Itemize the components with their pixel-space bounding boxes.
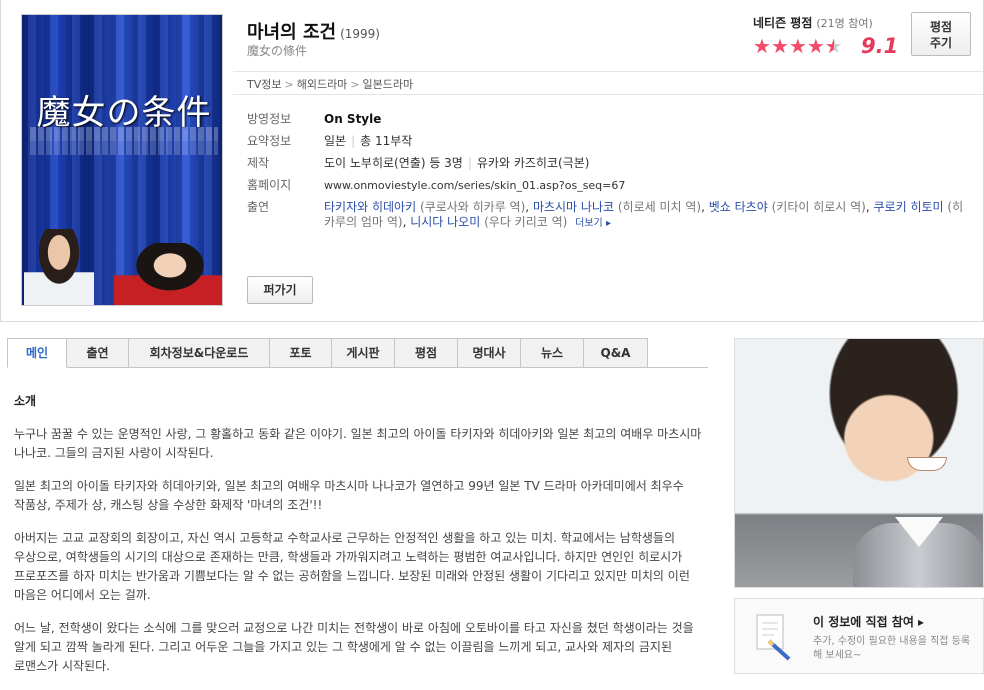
tab-episodes-download[interactable]: 회차정보&다운로드 — [129, 338, 270, 368]
detail-label: 요약정보 — [247, 134, 292, 148]
page-title: 마녀의 조건 (1999) — [247, 18, 380, 44]
star-icon: ★ — [788, 34, 807, 58]
cast-role: (쿠로사와 히카루 역) — [419, 200, 526, 214]
cast-list: 타키자와 히데아키 (쿠로사와 히카루 역), 마츠시마 나나코 (히로세 미치… — [324, 200, 964, 229]
detail-row-summary: 요약정보 일본 | 총 11부작 — [247, 134, 967, 149]
divider — [233, 94, 983, 95]
tab-bar: 메인 출연 회차정보&다운로드 포토 게시판 평점 명대사 뉴스 Q&A — [7, 338, 708, 368]
country: 일본 — [324, 134, 347, 148]
star-icon: ★ — [753, 34, 771, 58]
tab-news[interactable]: 뉴스 — [521, 338, 584, 368]
cast-name[interactable]: 마츠시마 나나코 — [533, 200, 614, 214]
drama-title: 마녀의 조건 — [247, 22, 337, 43]
chevron-right-icon: > — [350, 78, 360, 91]
tab-rating[interactable]: 평점 — [395, 338, 458, 368]
intro-paragraph: 일본 최고의 아이돌 타키자와 히데아키와, 일본 최고의 여배우 마츠시마 나… — [14, 479, 684, 512]
chevron-right-icon: > — [284, 78, 294, 91]
breadcrumb-foreign-drama[interactable]: 해외드라마 — [297, 78, 348, 91]
drama-year: (1999) — [340, 27, 380, 41]
detail-row-broadcast: 방영정보 On Style — [247, 112, 967, 127]
detail-label: 홈페이지 — [247, 178, 292, 192]
breadcrumb: TV정보 > 해외드라마 > 일본드라마 — [247, 76, 413, 92]
detail-row-homepage: 홈페이지 www.onmoviestyle.com/series/skin_01… — [247, 178, 967, 193]
breadcrumb-japan-drama[interactable]: 일본드라마 — [363, 78, 414, 91]
caret-right-icon: ▸ — [602, 218, 611, 229]
cast-name[interactable]: 벳쇼 타츠야 — [709, 200, 768, 214]
poster-actress-figure — [114, 243, 222, 305]
participate-box[interactable]: 이 정보에 직접 참여 ▸ 추가, 수정이 필요한 내용을 직접 등록해 보세요… — [734, 598, 984, 674]
breadcrumb-tv[interactable]: TV정보 — [247, 78, 281, 91]
tab-qna[interactable]: Q&A — [584, 338, 648, 368]
cast-role: (우다 키리코 역) — [484, 215, 568, 229]
title-header: 마녀의 조건 (1999) 魔女の條件 네티즌 평점 (21명 참여) ★★★★★ … — [233, 0, 983, 72]
section-heading: 소개 — [14, 394, 37, 408]
document-pencil-icon — [756, 614, 791, 661]
intro-paragraph: 누구나 꿈꿀 수 있는 운명적인 사랑, 그 황홀하고 동화 같은 이야기. 일… — [14, 427, 702, 460]
share-button[interactable]: 퍼가기 — [247, 276, 313, 304]
homepage-link[interactable]: www.onmoviestyle.com/series/skin_01.asp?… — [324, 178, 625, 193]
poster-credits — [30, 141, 218, 155]
star-half-icon: ★ — [824, 34, 843, 58]
detail-label: 방영정보 — [247, 112, 292, 126]
divider: | — [351, 134, 356, 148]
tab-photo[interactable]: 포토 — [270, 338, 332, 368]
tab-cast[interactable]: 출연 — [67, 338, 129, 368]
rating-label: 네티즌 평점 — [753, 16, 813, 30]
more-cast-label: 더보기 — [575, 218, 603, 229]
photo-smile — [907, 457, 947, 471]
tab-board[interactable]: 게시판 — [332, 338, 395, 368]
actor-photo[interactable] — [734, 338, 984, 588]
intro-paragraph: 아버지는 고교 교장회의 회장이고, 자신 역시 고등학교 수학교사로 근무하는… — [14, 531, 690, 602]
cast-role: (히로세 미치 역) — [617, 200, 702, 214]
rating-summary: 네티즌 평점 (21명 참여) ★★★★★ 9.1 — [753, 14, 898, 58]
director[interactable]: 도이 노부히로(연출) 등 3명 — [324, 156, 463, 170]
give-rating-button[interactable]: 평점 주기 — [911, 12, 971, 56]
tab-main[interactable]: 메인 — [7, 338, 67, 368]
participate-title[interactable]: 이 정보에 직접 참여 ▸ — [813, 613, 924, 630]
intro-paragraph: 어느 날, 전학생이 왔다는 소식에 그를 맞으러 교정으로 나간 미치는 전학… — [14, 621, 694, 673]
poster-image[interactable]: 魔女の条件 — [21, 14, 223, 306]
detail-label: 출연 — [247, 200, 270, 214]
cast-name[interactable]: 타키자와 히데아키 — [324, 200, 416, 214]
rating-count: (21명 참여) — [816, 17, 873, 30]
writer[interactable]: 유카와 카즈히코(극본) — [477, 156, 590, 170]
more-cast-link[interactable]: 더보기 ▸ — [575, 218, 611, 229]
star-icon: ★ — [770, 34, 789, 58]
rating-score: 9.1 — [861, 34, 899, 58]
cast-name[interactable]: 쿠로키 히토미 — [874, 200, 944, 214]
detail-label: 제작 — [247, 156, 270, 170]
detail-list: 방영정보 On Style 요약정보 일본 | 총 11부작 제작 도이 노부히로(… — [247, 112, 967, 238]
detail-row-cast: 출연 타키자와 히데아키 (쿠로사와 히카루 역), 마츠시마 나나코 (히로세… — [247, 200, 967, 231]
participate-title-text: 이 정보에 직접 참여 — [813, 615, 914, 629]
broadcast-channel: On Style — [324, 112, 382, 126]
divider: | — [467, 156, 472, 170]
detail-row-production: 제작 도이 노부히로(연출) 등 3명 | 유카와 카즈히코(극본) — [247, 156, 967, 171]
caret-right-icon: ▸ — [913, 615, 925, 629]
original-title: 魔女の條件 — [247, 44, 308, 58]
episode-count: 총 11부작 — [360, 134, 413, 148]
cast-role: (키타이 히로시 역) — [771, 200, 866, 214]
star-icon: ★ — [806, 34, 825, 58]
poster-credits — [30, 127, 218, 141]
intro-section: 소개 누구나 꿈꿀 수 있는 운명적인 사랑, 그 황홀하고 동화 같은 이야기… — [14, 392, 704, 690]
cast-name[interactable]: 니시다 나오미 — [410, 215, 480, 229]
rating-stars: ★★★★★ — [753, 36, 843, 56]
tab-quotes[interactable]: 명대사 — [458, 338, 521, 368]
participate-desc: 추가, 수정이 필요한 내용을 직접 등록해 보세요~ — [813, 636, 971, 661]
give-rating-label-2: 주기 — [929, 36, 953, 50]
drama-info-box: 魔女の条件 마녀의 조건 (1999) 魔女の條件 네티즌 평점 (21명 참여) … — [0, 0, 984, 322]
poster-actor-figure — [24, 229, 94, 305]
give-rating-label-1: 평점 — [929, 20, 953, 34]
